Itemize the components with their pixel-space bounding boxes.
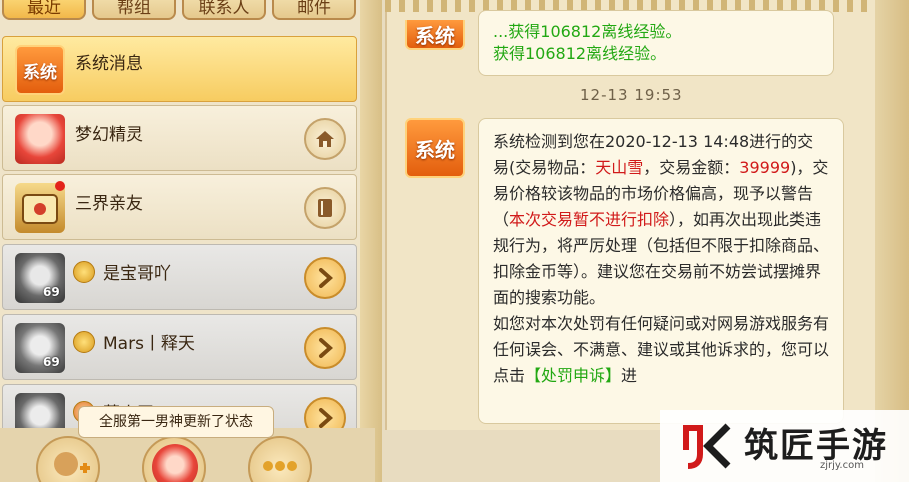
contact-name: 是宝哥吖 bbox=[103, 264, 171, 284]
prev-message-text: 获得106812离线经验。 bbox=[493, 44, 667, 63]
coin-icon bbox=[73, 261, 95, 283]
system-avatar-icon: 系统 bbox=[405, 20, 465, 50]
level-badge: 69 bbox=[43, 355, 60, 369]
contact-item-system[interactable]: 系统 系统消息 bbox=[2, 36, 357, 102]
more-dots-icon bbox=[263, 461, 297, 471]
arrow-right-icon bbox=[319, 338, 333, 358]
open-chat-button[interactable] bbox=[304, 257, 346, 299]
open-chat-button[interactable] bbox=[304, 327, 346, 369]
level-badge: 69 bbox=[43, 285, 60, 299]
message-text: 进 bbox=[621, 366, 638, 385]
home-button[interactable] bbox=[304, 118, 346, 160]
tab-bar: 最近 帮组 联系人 邮件 bbox=[0, 0, 375, 20]
notification-dot bbox=[55, 181, 65, 191]
message-timestamp: 12-13 19:53 bbox=[580, 86, 683, 104]
trade-amount: 39999 bbox=[739, 158, 791, 177]
tab-help[interactable]: 帮组 bbox=[92, 0, 176, 20]
contact-item-genie[interactable]: 梦幻精灵 bbox=[2, 105, 357, 171]
contact-name: 三界亲友 bbox=[75, 194, 143, 214]
previous-message-bubble: ...获得106812离线经验。 获得106812离线经验。 bbox=[478, 10, 834, 76]
tab-recent[interactable]: 最近 bbox=[2, 0, 86, 20]
message-text: ，交易金额： bbox=[643, 158, 740, 177]
profile-avatar bbox=[152, 444, 198, 482]
watermark-logo bbox=[683, 423, 731, 469]
contact-item-baoge[interactable]: 69 是宝哥吖 bbox=[2, 244, 357, 310]
tab-mail[interactable]: 邮件 bbox=[272, 0, 356, 20]
status-tooltip: 全服第一男神更新了状态 bbox=[78, 406, 274, 438]
arrow-right-icon bbox=[319, 268, 333, 288]
system-avatar-icon: 系统 bbox=[405, 118, 465, 178]
genie-avatar bbox=[15, 114, 65, 164]
contact-name: 系统消息 bbox=[75, 54, 143, 74]
coin-icon bbox=[73, 331, 95, 353]
system-message-bubble: 系统检测到您在2020-12-13 14:48进行的交易(交易物品：天山雪，交易… bbox=[478, 118, 844, 424]
contact-name: 梦幻精灵 bbox=[75, 125, 143, 145]
book-button[interactable] bbox=[304, 187, 346, 229]
arrow-right-icon bbox=[319, 408, 333, 428]
trade-item: 天山雪 bbox=[595, 158, 644, 177]
book-icon bbox=[318, 199, 332, 217]
add-friend-icon bbox=[54, 452, 90, 476]
panel-divider bbox=[360, 0, 382, 482]
warning-text: 本次交易暂不进行扣除 bbox=[509, 210, 670, 229]
tab-contacts[interactable]: 联系人 bbox=[182, 0, 266, 20]
contact-item-friends[interactable]: 三界亲友 bbox=[2, 174, 357, 240]
home-icon bbox=[316, 131, 334, 147]
system-avatar-icon: 系统 bbox=[15, 45, 65, 95]
watermark-brand: 筑匠手游 bbox=[744, 426, 888, 466]
appeal-link[interactable]: 【处罚申诉】 bbox=[525, 366, 621, 385]
more-button[interactable] bbox=[248, 436, 312, 482]
contact-name: Mars丨释天 bbox=[103, 334, 195, 354]
watermark-url: zjrjy.com bbox=[820, 460, 864, 471]
prev-message-cut: ...获得106812离线经验。 bbox=[493, 22, 682, 41]
contact-item-mars[interactable]: 69 Mars丨释天 bbox=[2, 314, 357, 380]
add-friend-button[interactable] bbox=[36, 436, 100, 482]
